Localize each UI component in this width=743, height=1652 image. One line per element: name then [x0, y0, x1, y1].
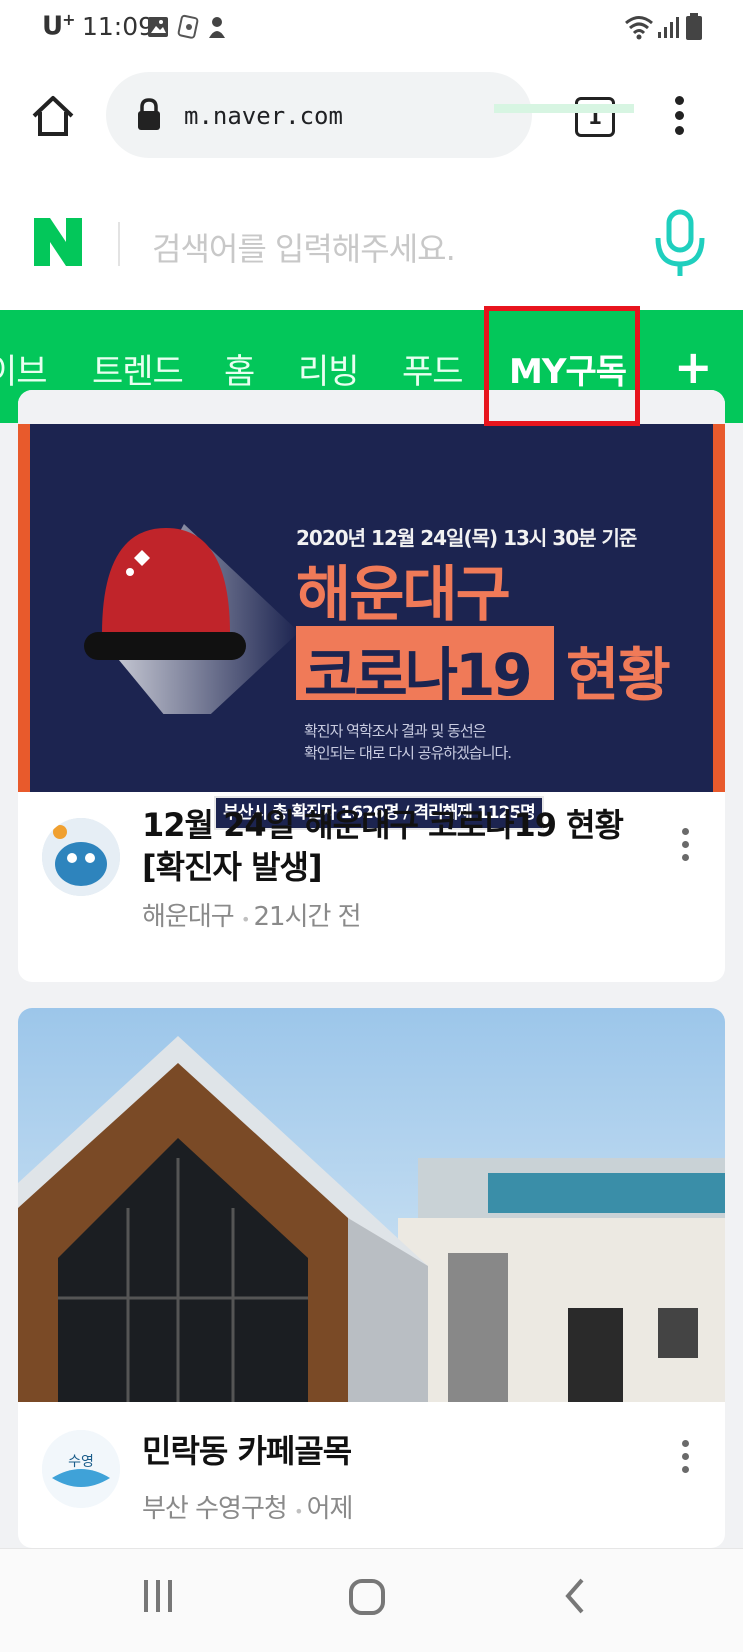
- home-icon[interactable]: [30, 94, 76, 138]
- app-icon: [209, 17, 225, 38]
- feed-card[interactable]: 2020년 12월 24일(목) 13시 30분 기준 해운대구 코로나19 현…: [18, 390, 725, 982]
- svg-text:수영: 수영: [68, 1454, 94, 1470]
- search-divider: [118, 222, 120, 266]
- mic-icon[interactable]: [652, 208, 708, 278]
- back-icon[interactable]: [562, 1576, 588, 1616]
- more-options-icon[interactable]: [682, 828, 692, 867]
- card-meta: 부산 수영구청 • 어제: [142, 1494, 354, 1524]
- covid-banner-image[interactable]: 2020년 12월 24일(목) 13시 30분 기준 해운대구 코로나19 현…: [18, 424, 725, 830]
- nav-item-home[interactable]: 홈: [224, 344, 255, 393]
- card-time: 21시간 전: [253, 902, 361, 932]
- feed-card[interactable]: 수영 민락동 카페골목 부산 수영구청 • 어제: [18, 1008, 725, 1548]
- url-text[interactable]: m.naver.com: [184, 102, 343, 130]
- browser-menu-icon[interactable]: [675, 96, 684, 135]
- lock-icon: [138, 98, 160, 130]
- banner-title-line2: 코로나19: [304, 641, 533, 709]
- banner-title-line3: 현황: [566, 641, 671, 709]
- status-time: 11:09: [82, 12, 155, 41]
- card-meta: 해운대구 • 21시간 전: [142, 902, 362, 932]
- banner-title-line1: 해운대구: [296, 560, 511, 630]
- tabs-button[interactable]: 1: [575, 97, 615, 137]
- gallery-icon: [148, 17, 168, 37]
- cafe-building-image[interactable]: [18, 1008, 725, 1402]
- active-tab-indicator: [494, 104, 634, 113]
- card-source[interactable]: 해운대구: [142, 902, 235, 932]
- card-title[interactable]: 민락동 카페골목: [142, 1430, 352, 1472]
- card-time: 어제: [306, 1494, 354, 1524]
- carrier-label: U+: [42, 10, 76, 42]
- card-source[interactable]: 부산 수영구청: [142, 1494, 288, 1524]
- signal-icon: [658, 17, 679, 38]
- card-title[interactable]: 12월 24일 해운대구 코로나19 현황 [확진자 발생]: [142, 804, 662, 888]
- siren-icon: [84, 524, 299, 714]
- source-avatar[interactable]: 수영: [42, 1430, 120, 1508]
- banner-border: [713, 424, 725, 792]
- nav-item-trend[interactable]: 트렌드: [92, 344, 184, 393]
- search-input[interactable]: 검색어를 입력해주세요.: [152, 224, 456, 270]
- naver-logo[interactable]: [32, 216, 84, 268]
- recent-apps-icon[interactable]: [140, 1578, 176, 1614]
- highlight-box: [484, 306, 640, 426]
- nav-item[interactable]: 이브: [0, 344, 48, 393]
- banner-description: 확진자 역학조사 결과 및 동선은 확인되는 대로 다시 공유하겠습니다.: [304, 722, 512, 762]
- nav-add-button[interactable]: +: [674, 340, 713, 394]
- more-options-icon[interactable]: [682, 1440, 692, 1479]
- wifi-icon: [625, 16, 653, 40]
- nav-item-living[interactable]: 리빙: [298, 344, 360, 393]
- source-avatar[interactable]: [42, 818, 120, 896]
- nav-item-food[interactable]: 푸드: [402, 344, 464, 393]
- home-button-icon[interactable]: [348, 1578, 386, 1616]
- notification-icon: [177, 14, 199, 39]
- banner-border: [18, 424, 30, 792]
- battery-icon: [686, 13, 702, 40]
